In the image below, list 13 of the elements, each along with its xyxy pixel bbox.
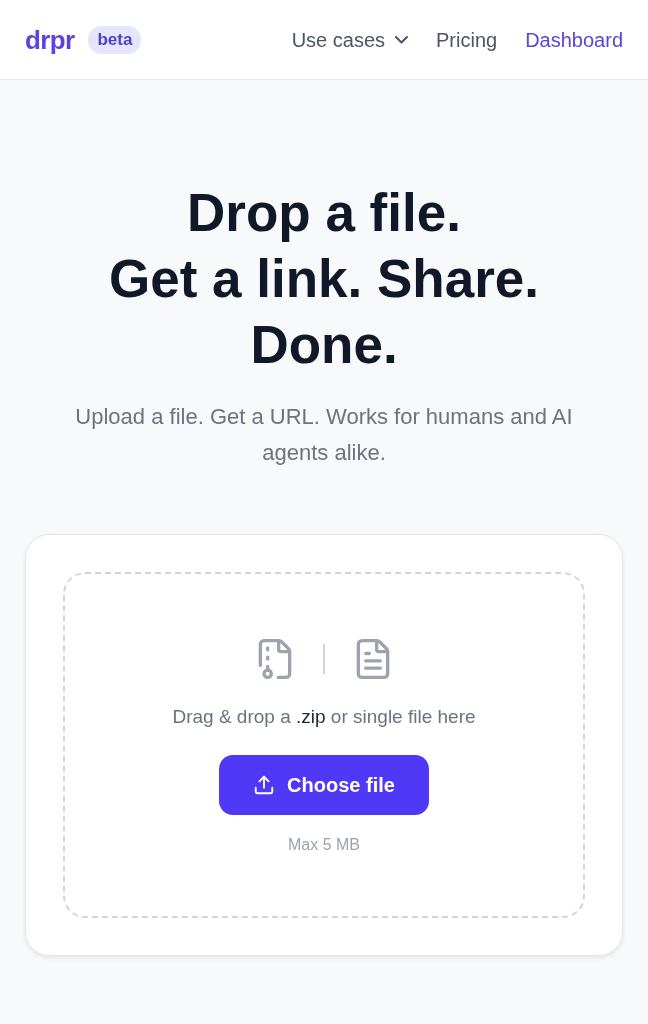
upload-icon [253,774,276,796]
chevron-down-icon [395,35,408,44]
choose-file-button[interactable]: Choose file [219,755,429,815]
file-size-limit-text: Max 5 MB [288,835,360,855]
nav-link[interactable]: Dashboard [525,25,623,54]
nav-menu-button[interactable]: Use cases [291,25,408,54]
hero-subtitle: Upload a file. Get a URL. Works for humans and AI agents alike. [74,403,574,467]
hero-heading: Drop a file. Get a link. Share. Done. [108,182,540,376]
beta-badge: beta [88,25,142,54]
logo-wordmark[interactable]: drpr [25,23,75,56]
drop-hint-text: Drag & drop a .zip or single file here [172,705,476,729]
drop-zone[interactable]: Drag & drop a .zip or single file here Choose file Max 5 MB [63,572,585,918]
nav-link[interactable]: Pricing [436,25,498,54]
